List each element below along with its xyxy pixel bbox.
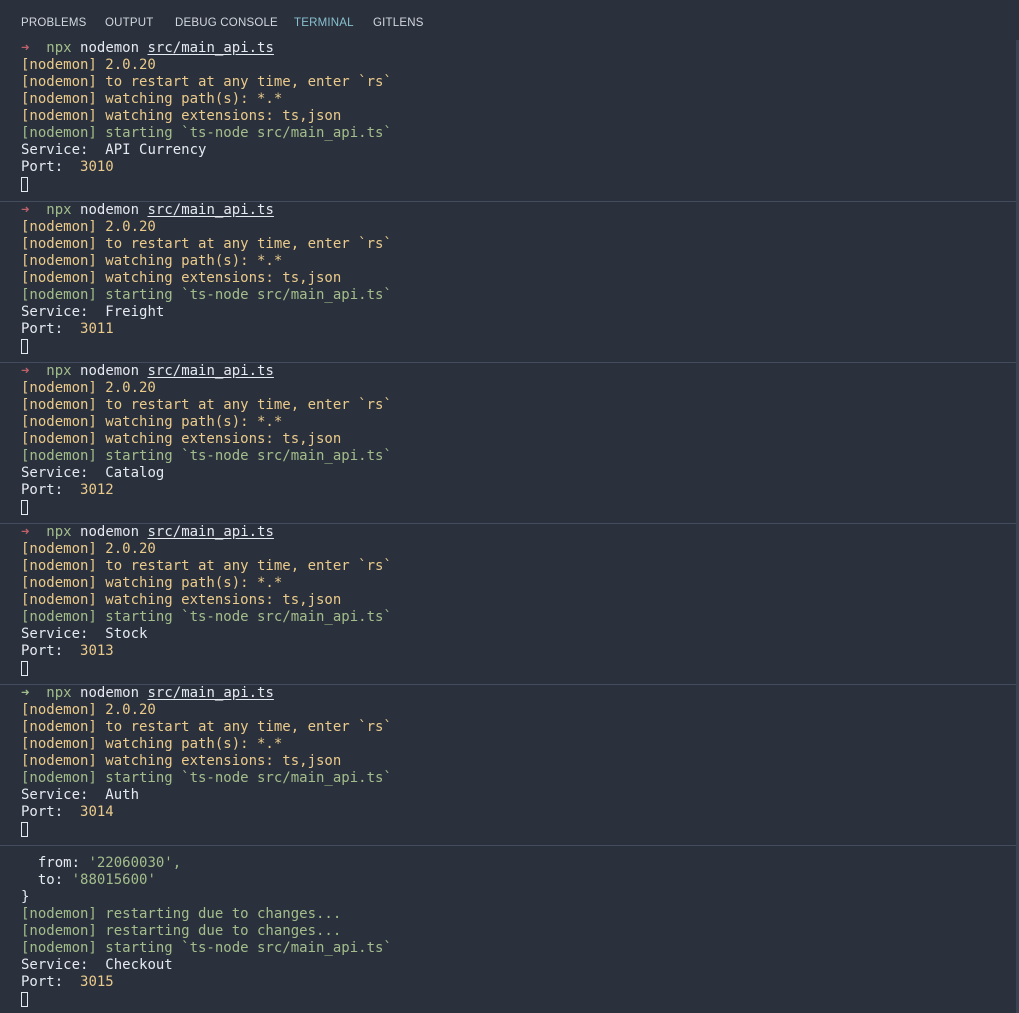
prompt-line: ➜ npx nodemon src/main_api.ts [21, 202, 274, 218]
terminal-pane[interactable]: ➜ npx nodemon src/main_api.ts [nodemon] 2… [0, 685, 1016, 846]
nodemon-starting: [nodemon] starting `ts-node src/main_api… [21, 125, 392, 141]
nodemon-watch-ext: [nodemon] watching extensions: ts,json [21, 431, 342, 447]
nodemon-restart-hint: [nodemon] to restart at any time, enter … [21, 397, 392, 413]
tab-problems[interactable]: PROBLEMS [21, 17, 87, 29]
nodemon-restart-hint: [nodemon] to restart at any time, enter … [21, 236, 392, 252]
port-line: Port: 3011 [21, 321, 114, 337]
tab-output[interactable]: OUTPUT [105, 17, 153, 29]
terminal-pane[interactable]: from: '22060030', to: '88015600'} [nodemo… [0, 846, 1016, 1013]
tab-terminal[interactable]: TERMINAL [294, 17, 354, 29]
service-line: Service: Freight [21, 304, 165, 320]
nodemon-watch-ext: [nodemon] watching extensions: ts,json [21, 108, 342, 124]
nodemon-version: [nodemon] 2.0.20 [21, 702, 156, 718]
terminal-cursor [21, 661, 28, 676]
nodemon-version: [nodemon] 2.0.20 [21, 541, 156, 557]
nodemon-watch-paths: [nodemon] watching path(s): *.* [21, 91, 283, 107]
nodemon-watch-paths: [nodemon] watching path(s): *.* [21, 575, 283, 591]
service-line: Service: Stock [21, 626, 148, 642]
nodemon-watch-paths: [nodemon] watching path(s): *.* [21, 736, 283, 752]
nodemon-restart-hint: [nodemon] to restart at any time, enter … [21, 74, 392, 90]
prompt-line: ➜ npx nodemon src/main_api.ts [21, 40, 274, 56]
nodemon-version: [nodemon] 2.0.20 [21, 219, 156, 235]
service-line: Service: Catalog [21, 465, 165, 481]
nodemon-watch-ext: [nodemon] watching extensions: ts,json [21, 270, 342, 286]
nodemon-watch-paths: [nodemon] watching path(s): *.* [21, 414, 283, 430]
service-line: Service: Auth [21, 787, 140, 803]
nodemon-restart-hint: [nodemon] to restart at any time, enter … [21, 558, 392, 574]
terminal-pane[interactable]: ➜ npx nodemon src/main_api.ts [nodemon] 2… [0, 524, 1016, 685]
terminal-cursor [21, 822, 28, 837]
terminal-cursor [21, 339, 28, 354]
nodemon-starting: [nodemon] starting `ts-node src/main_api… [21, 770, 392, 786]
nodemon-version: [nodemon] 2.0.20 [21, 380, 156, 396]
nodemon-starting: [nodemon] starting `ts-node src/main_api… [21, 448, 392, 464]
terminal-cursor [21, 500, 28, 515]
terminal-pane[interactable]: ➜ npx nodemon src/main_api.ts [nodemon] 2… [0, 202, 1016, 363]
service-line: Service: Checkout [21, 957, 173, 973]
prompt-line: ➜ npx nodemon src/main_api.ts [21, 363, 274, 379]
port-line: Port: 3010 [21, 159, 114, 175]
panel-tab-bar: PROBLEMS OUTPUT DEBUG CONSOLE TERMINAL G… [0, 0, 1019, 40]
nodemon-watch-ext: [nodemon] watching extensions: ts,json [21, 592, 342, 608]
terminal-cursor [21, 992, 28, 1007]
nodemon-version: [nodemon] 2.0.20 [21, 57, 156, 73]
tab-gitlens[interactable]: GITLENS [373, 17, 424, 29]
nodemon-restarting: [nodemon] restarting due to changes... [21, 923, 342, 939]
nodemon-restarting: [nodemon] restarting due to changes... [21, 906, 342, 922]
nodemon-restart-hint: [nodemon] to restart at any time, enter … [21, 719, 392, 735]
port-line: Port: 3015 [21, 974, 114, 990]
port-line: Port: 3013 [21, 643, 114, 659]
object-to-line: to: '88015600' [37, 872, 156, 888]
terminal-pane[interactable]: ➜ npx nodemon src/main_api.ts [nodemon] 2… [0, 40, 1016, 202]
terminal-pane[interactable]: ➜ npx nodemon src/main_api.ts [nodemon] 2… [0, 363, 1016, 524]
prompt-line: ➜ npx nodemon src/main_api.ts [21, 524, 274, 540]
nodemon-starting: [nodemon] starting `ts-node src/main_api… [21, 609, 392, 625]
service-line: Service: API Currency [21, 142, 207, 158]
nodemon-starting: [nodemon] starting `ts-node src/main_api… [21, 940, 392, 956]
nodemon-watch-paths: [nodemon] watching path(s): *.* [21, 253, 283, 269]
tab-debug-console[interactable]: DEBUG CONSOLE [175, 17, 278, 29]
terminal-cursor [21, 177, 28, 192]
object-close-brace: } [21, 889, 30, 905]
port-line: Port: 3014 [21, 804, 114, 820]
nodemon-watch-ext: [nodemon] watching extensions: ts,json [21, 753, 342, 769]
prompt-line: ➜ npx nodemon src/main_api.ts [21, 685, 274, 701]
object-from-line: from: '22060030', [37, 855, 182, 871]
port-line: Port: 3012 [21, 482, 114, 498]
nodemon-starting: [nodemon] starting `ts-node src/main_api… [21, 287, 392, 303]
